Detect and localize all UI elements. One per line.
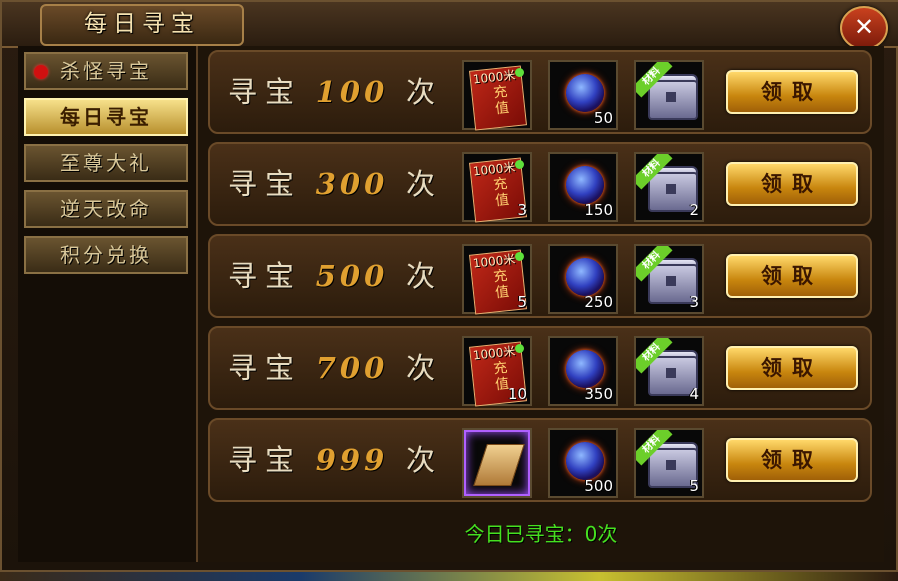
chest-tag: 材料 [636, 62, 673, 98]
reward-slot[interactable]: 1000米 充值 10 [462, 336, 532, 407]
fire-orb-icon [566, 350, 604, 388]
row-label: 寻宝 500 次 [228, 256, 435, 296]
item-quantity: 4 [689, 385, 699, 403]
row-label: 寻宝 700 次 [228, 348, 435, 388]
window-title: 每日寻宝 [40, 4, 244, 46]
item-quantity: 3 [517, 201, 527, 219]
today-treasure-count: 今日已寻宝：0次 [464, 522, 618, 546]
sidebar-item-label: 积分兑换 [60, 243, 152, 267]
daily-treasure-window: 每日寻宝 ✕ 杀怪寻宝 每日寻宝 至尊大礼 逆天改命 积分兑换 寻宝 100 次 1… [0, 0, 898, 572]
sidebar-item-label: 杀怪寻宝 [60, 59, 152, 83]
reward-slot[interactable]: 材料 [634, 60, 704, 130]
item-quantity: 2 [689, 201, 699, 219]
card-text: 充值 [492, 176, 510, 210]
fire-orb-icon [566, 258, 604, 296]
title-bar: 每日寻宝 ✕ [2, 2, 898, 50]
sidebar: 杀怪寻宝 每日寻宝 至尊大礼 逆天改命 积分兑换 [18, 46, 198, 562]
reward-row: 寻宝 300 次 1000米 充值 3 150 材料 2 领取 [208, 142, 872, 226]
sidebar-item-label: 逆天改命 [60, 197, 152, 221]
close-button[interactable]: ✕ [840, 6, 888, 50]
fire-orb-icon [566, 74, 604, 112]
sidebar-item-label: 每日寻宝 [60, 105, 152, 129]
reward-slot[interactable]: 1000米 充值 [462, 60, 532, 131]
treasure-count: 300 [315, 167, 389, 201]
reward-slot[interactable]: 材料 4 [634, 336, 704, 406]
sidebar-item-label: 至尊大礼 [60, 151, 152, 175]
item-quantity: 5 [689, 477, 699, 495]
claim-button[interactable]: 领取 [726, 162, 858, 206]
reward-slot[interactable]: 150 [548, 152, 618, 222]
row-suffix: 次 [406, 167, 436, 201]
fire-orb-icon [566, 442, 604, 480]
card-text: 充值 [492, 268, 510, 302]
reward-slot[interactable]: 1000米 充值 5 [462, 244, 532, 315]
item-quantity: 150 [584, 201, 613, 219]
reward-row: 寻宝 100 次 1000米 充值 50 材料 领取 [208, 50, 872, 134]
reward-slot[interactable]: 材料 5 [634, 428, 704, 498]
reward-slot[interactable]: 材料 2 [634, 152, 704, 222]
reward-row: 寻宝 500 次 1000米 充值 5 250 材料 3 领取 [208, 234, 872, 318]
chest-tag: 材料 [636, 430, 673, 466]
row-suffix: 次 [406, 443, 436, 477]
game-hud-strip [0, 572, 898, 581]
claim-button[interactable]: 领取 [726, 70, 858, 114]
reward-slot[interactable]: 材料 3 [634, 244, 704, 314]
item-quantity: 250 [584, 293, 613, 311]
status-dot-icon [515, 160, 524, 169]
treasure-count: 500 [315, 259, 389, 293]
reward-slot[interactable]: 250 [548, 244, 618, 314]
row-prefix: 寻宝 [228, 75, 303, 109]
item-quantity: 10 [507, 385, 527, 403]
item-quantity: 50 [593, 109, 613, 127]
reward-slot[interactable]: 50 [548, 60, 618, 130]
sidebar-item-kill-monster-treasure[interactable]: 杀怪寻宝 [24, 52, 188, 90]
status-dot-icon [515, 344, 524, 353]
treasure-count: 700 [315, 351, 389, 385]
item-quantity: 500 [584, 477, 613, 495]
reward-row: 寻宝 700 次 1000米 充值 10 350 材料 4 领取 [208, 326, 872, 410]
row-prefix: 寻宝 [228, 259, 303, 293]
chest-tag: 材料 [636, 338, 673, 374]
row-prefix: 寻宝 [228, 443, 303, 477]
sidebar-item-change-fate[interactable]: 逆天改命 [24, 190, 188, 228]
row-prefix: 寻宝 [228, 351, 303, 385]
row-suffix: 次 [406, 351, 436, 385]
claim-button[interactable]: 领取 [726, 438, 858, 482]
treasure-count: 999 [315, 443, 389, 477]
reward-slot[interactable]: 500 [548, 428, 618, 498]
reward-slot[interactable] [462, 428, 532, 498]
item-quantity: 5 [517, 293, 527, 311]
claim-button[interactable]: 领取 [726, 254, 858, 298]
fire-orb-icon [566, 166, 604, 204]
chest-tag: 材料 [636, 246, 673, 282]
claim-button[interactable]: 领取 [726, 346, 858, 390]
row-suffix: 次 [406, 75, 436, 109]
chest-tag: 材料 [636, 154, 673, 190]
sidebar-item-supreme-gift[interactable]: 至尊大礼 [24, 144, 188, 182]
row-label: 寻宝 300 次 [228, 164, 435, 204]
item-quantity: 3 [689, 293, 699, 311]
row-prefix: 寻宝 [228, 167, 303, 201]
row-label: 寻宝 100 次 [228, 72, 435, 112]
row-label: 寻宝 999 次 [228, 440, 435, 480]
sidebar-item-daily-treasure[interactable]: 每日寻宝 [24, 98, 188, 136]
status-dot-icon [515, 252, 524, 261]
status-dot-icon [515, 68, 524, 77]
row-suffix: 次 [406, 259, 436, 293]
reward-slot[interactable]: 350 [548, 336, 618, 406]
reward-row: 寻宝 999 次 500 材料 5 领取 [208, 418, 872, 502]
reward-slot[interactable]: 1000米 充值 3 [462, 152, 532, 223]
reward-list: 寻宝 100 次 1000米 充值 50 材料 领取 寻宝 300 次 1000米 [198, 46, 884, 562]
item-quantity: 350 [584, 385, 613, 403]
treasure-count: 100 [315, 75, 389, 109]
card-text: 充值 [492, 84, 510, 118]
ribbon: 材料 [636, 62, 702, 128]
notification-dot-icon [34, 65, 48, 79]
sidebar-item-points-exchange[interactable]: 积分兑换 [24, 236, 188, 274]
